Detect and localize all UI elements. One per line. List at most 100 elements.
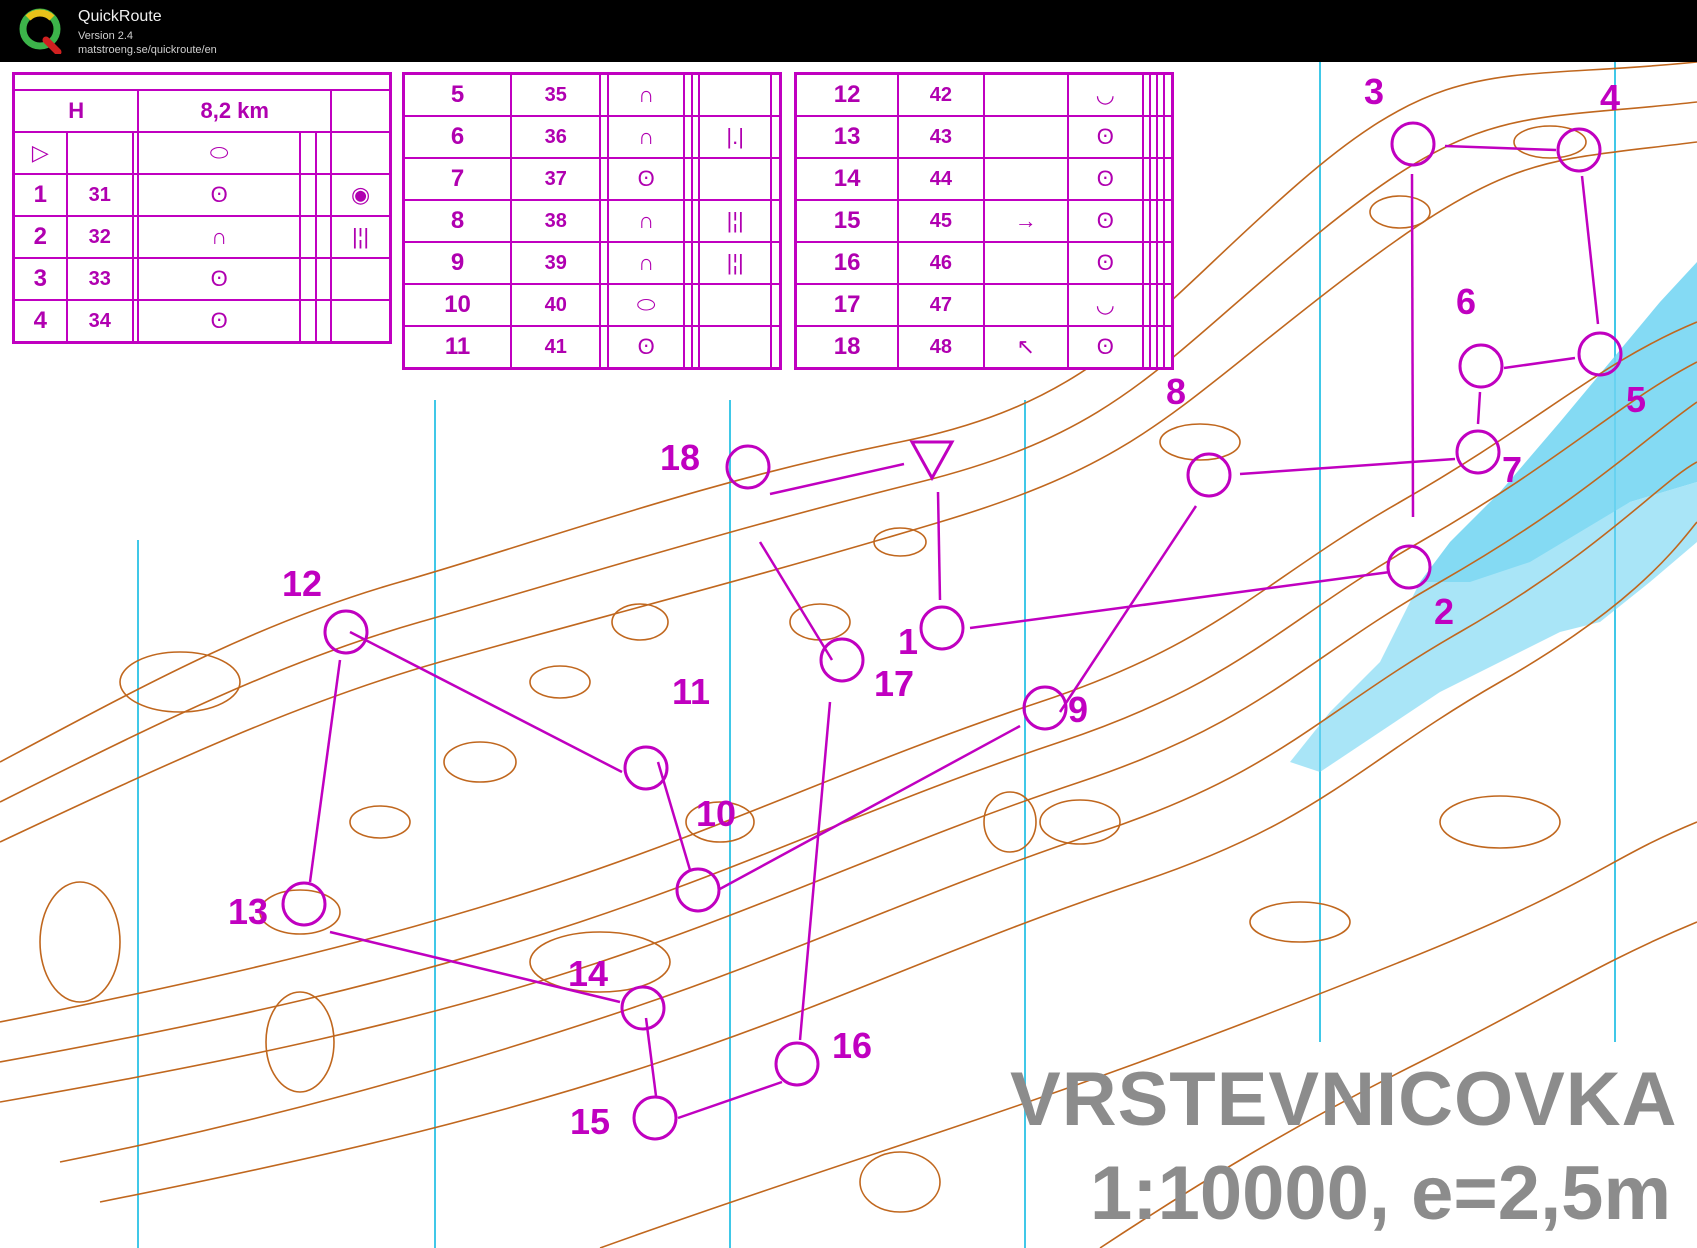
control-label-6: 6 xyxy=(1456,281,1476,322)
control-circle-2[interactable] xyxy=(1386,544,1432,590)
control-feature-icon: ʘ xyxy=(1066,157,1144,201)
control-label-3: 3 xyxy=(1364,71,1384,112)
course-length: 8,2 km xyxy=(137,89,333,133)
control-num: 18 xyxy=(794,325,900,370)
control-label-8: 8 xyxy=(1166,371,1186,412)
quickroute-logo-icon xyxy=(19,8,62,54)
control-extra-icon xyxy=(698,283,773,327)
control-extra-icon xyxy=(330,299,392,344)
control-circle-3[interactable] xyxy=(1390,121,1436,167)
control-label-10: 10 xyxy=(696,793,736,834)
control-feature-icon: ʘ xyxy=(1066,241,1144,285)
app-title-bar: QuickRoute Version 2.4 matstroeng.se/qui… xyxy=(0,0,1697,62)
control-code: 40 xyxy=(510,283,602,327)
control-feature-icon: ʘ xyxy=(606,157,686,201)
control-feature-icon: ∩ xyxy=(606,72,686,117)
control-num: 11 xyxy=(402,325,513,370)
app-name: QuickRoute xyxy=(78,8,162,25)
control-code: 43 xyxy=(897,115,985,159)
control-label-18: 18 xyxy=(660,437,700,478)
control-label-4: 4 xyxy=(1600,77,1620,118)
control-num: 2 xyxy=(12,215,68,259)
control-circle-6[interactable] xyxy=(1458,343,1504,389)
control-label-9: 9 xyxy=(1068,689,1088,730)
control-code: 46 xyxy=(897,241,985,285)
control-circle-15[interactable] xyxy=(632,1095,678,1141)
control-label-13: 13 xyxy=(228,891,268,932)
control-label-5: 5 xyxy=(1626,379,1646,420)
control-code: 37 xyxy=(510,157,602,201)
control-feature-icon: ʘ xyxy=(137,299,301,344)
control-feature-icon: ʘ xyxy=(1066,199,1144,243)
control-feature-icon: ʘ xyxy=(137,173,301,217)
control-feature-icon: ∩ xyxy=(606,241,686,285)
control-label-14: 14 xyxy=(568,953,608,994)
app-version: Version 2.4 xyxy=(78,30,134,42)
control-code: 33 xyxy=(65,257,134,301)
control-code: 42 xyxy=(897,72,985,117)
control-label-2: 2 xyxy=(1434,591,1454,632)
control-circle-14[interactable] xyxy=(620,985,666,1031)
control-num: 1 xyxy=(12,173,68,217)
control-label-15: 15 xyxy=(570,1101,610,1142)
control-feature-icon: ⬭ xyxy=(606,283,686,327)
control-code: 48 xyxy=(897,325,985,370)
control-num: 9 xyxy=(402,241,513,285)
control-code: 35 xyxy=(510,72,602,117)
control-code: 38 xyxy=(510,199,602,243)
control-feature-icon: ∩ xyxy=(606,199,686,243)
control-label-1: 1 xyxy=(898,621,918,662)
control-code: 47 xyxy=(897,283,985,327)
app-url[interactable]: matstroeng.se/quickroute/en xyxy=(78,44,217,56)
control-circle-7[interactable] xyxy=(1455,429,1501,475)
start-feature-icon: ⬭ xyxy=(137,131,301,175)
control-num: 8 xyxy=(402,199,513,243)
control-feature-icon: ʘ xyxy=(1066,325,1144,370)
control-circle-18[interactable] xyxy=(725,444,771,490)
control-direction-icon: → xyxy=(982,199,1069,243)
control-extra-icon: |¦| xyxy=(698,199,773,243)
control-circle-4[interactable] xyxy=(1556,127,1602,173)
control-label-12: 12 xyxy=(282,563,322,604)
map-title: VRSTEVNICOVKA xyxy=(1010,1057,1678,1142)
control-description-table-3: 12 42 ◡ 13 43 ʘ 14 44 ʘ 15 45 → ʘ 16 46 … xyxy=(794,72,1174,370)
control-description-table-2: 5 35 ∩ 6 36 ∩ |.| 7 37 ʘ 8 38 ∩ |¦| 9 39 xyxy=(402,72,782,370)
control-extra-icon: |.| xyxy=(698,115,773,159)
control-num: 15 xyxy=(794,199,900,243)
control-direction-icon: ↖ xyxy=(982,325,1069,370)
control-code: 45 xyxy=(897,199,985,243)
start-triangle-icon[interactable] xyxy=(909,440,955,482)
control-feature-icon: ∩ xyxy=(137,215,301,259)
control-label-16: 16 xyxy=(832,1025,872,1066)
control-num: 6 xyxy=(402,115,513,159)
control-extra-icon: |¦| xyxy=(698,241,773,285)
control-num: 14 xyxy=(794,157,900,201)
lake-area xyxy=(1290,262,1697,772)
control-num: 17 xyxy=(794,283,900,327)
control-description-table-1: H 8,2 km ▷ ⬭ 1 31 ʘ ◉ 2 32 ∩ |¦| 3 33 ʘ … xyxy=(12,72,392,344)
control-extra-icon xyxy=(698,157,773,201)
control-circle-1[interactable] xyxy=(919,605,965,651)
control-num: 7 xyxy=(402,157,513,201)
course-class: H xyxy=(12,89,140,133)
control-circle-10[interactable] xyxy=(675,867,721,913)
control-num: 3 xyxy=(12,257,68,301)
control-feature-icon: ʘ xyxy=(137,257,301,301)
control-num: 5 xyxy=(402,72,513,117)
control-code: 32 xyxy=(65,215,134,259)
start-icon: ▷ xyxy=(12,131,68,175)
control-extra-icon xyxy=(698,72,773,117)
control-code: 31 xyxy=(65,173,134,217)
control-num: 10 xyxy=(402,283,513,327)
control-circle-17[interactable] xyxy=(819,637,865,683)
control-feature-icon: ʘ xyxy=(1066,115,1144,159)
control-num: 16 xyxy=(794,241,900,285)
control-code: 34 xyxy=(65,299,134,344)
control-num: 4 xyxy=(12,299,68,344)
control-code: 41 xyxy=(510,325,602,370)
control-circle-12[interactable] xyxy=(323,609,369,655)
control-extra-icon xyxy=(330,257,392,301)
control-label-17: 17 xyxy=(874,663,914,704)
control-circle-9[interactable] xyxy=(1022,685,1068,731)
control-circle-16[interactable] xyxy=(774,1041,820,1087)
